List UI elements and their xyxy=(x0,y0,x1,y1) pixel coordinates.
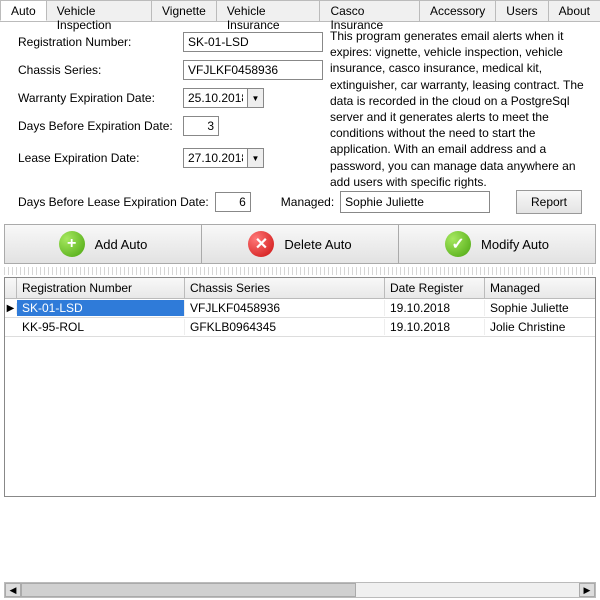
days-lease-input[interactable] xyxy=(215,192,251,212)
lease-date-dropdown-icon[interactable]: ▼ xyxy=(248,148,264,168)
chassis-label: Chassis Series: xyxy=(18,63,183,77)
tab-vehicle-inspection[interactable]: Vehicle Inspection xyxy=(46,0,152,21)
scroll-track[interactable] xyxy=(21,583,579,597)
chassis-input[interactable] xyxy=(183,60,323,80)
modify-auto-button[interactable]: ✓ Modify Auto xyxy=(398,224,596,264)
x-icon: ✕ xyxy=(248,231,274,257)
grip-divider xyxy=(4,267,596,275)
table-row[interactable]: KK-95-ROL GFKLB0964345 19.10.2018 Jolie … xyxy=(5,318,595,337)
grid-header-reg[interactable]: Registration Number xyxy=(17,278,185,298)
reg-label: Registration Number: xyxy=(18,35,183,49)
table-row[interactable]: ▶ SK-01-LSD VFJLKF0458936 19.10.2018 Sop… xyxy=(5,299,595,318)
description-text: This program generates email alerts when… xyxy=(330,28,590,190)
cell-chassis: GFKLB0964345 xyxy=(185,319,385,335)
tab-users[interactable]: Users xyxy=(495,0,548,21)
warranty-date-dropdown-icon[interactable]: ▼ xyxy=(248,88,264,108)
warranty-date-input[interactable] xyxy=(183,88,248,108)
cell-managed: Sophie Juliette xyxy=(485,300,595,316)
managed-label: Managed: xyxy=(281,195,334,209)
tab-casco-insurance[interactable]: Casco Insurance xyxy=(319,0,420,21)
add-auto-button[interactable]: + Add Auto xyxy=(4,224,202,264)
grid-header-marker xyxy=(5,278,17,298)
row-marker-icon: ▶ xyxy=(5,303,17,314)
cell-reg: SK-01-LSD xyxy=(17,300,185,316)
action-bar: + Add Auto ✕ Delete Auto ✓ Modify Auto xyxy=(4,224,596,264)
report-button[interactable]: Report xyxy=(516,190,582,214)
tab-bar: Auto Vehicle Inspection Vignette Vehicle… xyxy=(0,0,600,22)
delete-auto-button[interactable]: ✕ Delete Auto xyxy=(201,224,399,264)
scroll-left-icon[interactable]: ◀ xyxy=(5,583,21,597)
data-grid[interactable]: Registration Number Chassis Series Date … xyxy=(4,277,596,497)
grid-header: Registration Number Chassis Series Date … xyxy=(5,278,595,299)
cell-date: 19.10.2018 xyxy=(385,300,485,316)
grid-header-chassis[interactable]: Chassis Series xyxy=(185,278,385,298)
days-lease-label: Days Before Lease Expiration Date: xyxy=(18,195,209,209)
grid-header-date[interactable]: Date Register xyxy=(385,278,485,298)
cell-date: 19.10.2018 xyxy=(385,319,485,335)
lease-label: Lease Expiration Date: xyxy=(18,151,183,165)
reg-input[interactable] xyxy=(183,32,323,52)
tab-vignette[interactable]: Vignette xyxy=(151,0,217,21)
tab-vehicle-insurance[interactable]: Vehicle Insurance xyxy=(216,0,321,21)
cell-chassis: VFJLKF0458936 xyxy=(185,300,385,316)
cell-managed: Jolie Christine xyxy=(485,319,595,335)
tab-accessory[interactable]: Accessory xyxy=(419,0,496,21)
add-auto-label: Add Auto xyxy=(95,237,148,252)
tab-auto[interactable]: Auto xyxy=(0,0,47,21)
grid-header-managed[interactable]: Managed xyxy=(485,278,595,298)
cell-reg: KK-95-ROL xyxy=(17,319,185,335)
days-before-input[interactable] xyxy=(183,116,219,136)
lease-date-input[interactable] xyxy=(183,148,248,168)
check-icon: ✓ xyxy=(445,231,471,257)
plus-icon: + xyxy=(59,231,85,257)
horizontal-scrollbar[interactable]: ◀ ▶ xyxy=(4,582,596,598)
managed-input[interactable] xyxy=(340,191,490,213)
warranty-label: Warranty Expiration Date: xyxy=(18,91,183,105)
scroll-thumb[interactable] xyxy=(21,583,356,597)
tab-about[interactable]: About xyxy=(548,0,600,21)
days-before-label: Days Before Expiration Date: xyxy=(18,119,183,133)
modify-auto-label: Modify Auto xyxy=(481,237,549,252)
delete-auto-label: Delete Auto xyxy=(284,237,351,252)
scroll-right-icon[interactable]: ▶ xyxy=(579,583,595,597)
